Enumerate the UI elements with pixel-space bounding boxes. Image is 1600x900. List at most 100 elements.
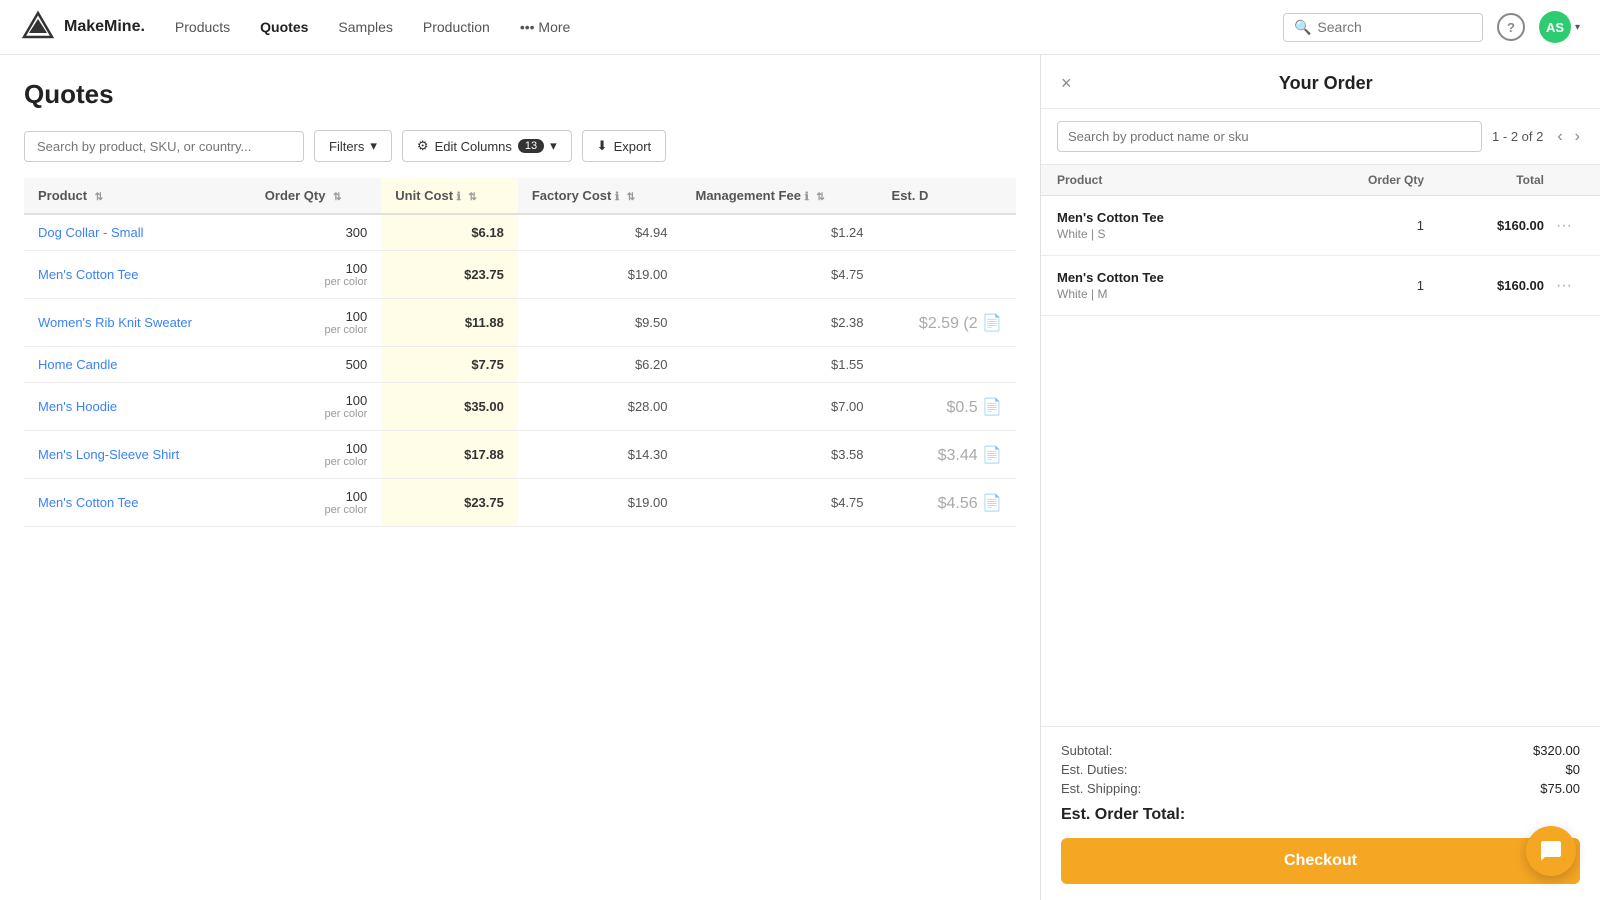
qty-cell: 100per color xyxy=(251,479,381,527)
unit-cost-cell: $7.75 xyxy=(381,347,518,383)
gear-icon xyxy=(417,138,429,154)
edit-columns-chevron-icon: ▾ xyxy=(550,138,557,154)
est-total-row: Est. Order Total: xyxy=(1061,806,1580,824)
nav-more[interactable]: ••• More xyxy=(520,19,571,35)
product-link[interactable]: Men's Hoodie xyxy=(38,399,117,414)
order-item-info: Men's Cotton TeeWhite | M xyxy=(1057,270,1304,301)
quotes-search-input[interactable] xyxy=(24,131,304,162)
factory-cost-cell: $6.20 xyxy=(518,347,682,383)
order-search-input[interactable] xyxy=(1057,121,1482,152)
qty-cell: 100per color xyxy=(251,251,381,299)
est-d-cell: $0.5 📄 xyxy=(878,383,1016,431)
table-row: Women's Rib Knit Sweater100per color$11.… xyxy=(24,299,1016,347)
document-icon[interactable]: $2.59 (2 📄 xyxy=(919,315,1002,332)
page-title: Quotes xyxy=(24,79,1016,110)
chat-bubble[interactable] xyxy=(1526,826,1576,876)
col-header-order-qty[interactable]: Order Qty ⇅ xyxy=(251,178,381,214)
avatar-chevron: ▾ xyxy=(1575,22,1580,33)
shipping-row: Est. Shipping: $75.00 xyxy=(1061,781,1580,796)
unit-cost-cell: $23.75 xyxy=(381,479,518,527)
col-header-mgmt-fee[interactable]: Management Fee ℹ ⇅ xyxy=(681,178,877,214)
order-item-info: Men's Cotton TeeWhite | S xyxy=(1057,210,1304,241)
order-title: Your Order xyxy=(1072,73,1580,94)
document-icon[interactable]: $3.44 📄 xyxy=(938,447,1002,464)
user-avatar-wrapper[interactable]: AS ▾ xyxy=(1539,11,1580,43)
factory-cost-cell: $9.50 xyxy=(518,299,682,347)
order-items-list: Men's Cotton TeeWhite | S1$160.00···Men'… xyxy=(1041,196,1600,726)
close-panel-button[interactable]: × xyxy=(1061,73,1072,94)
table-row: Dog Collar - Small 300$6.18$4.94$1.24 xyxy=(24,214,1016,251)
order-item-qty: 1 xyxy=(1304,278,1424,293)
order-item-menu-button[interactable]: ··· xyxy=(1544,277,1584,295)
col-header-product[interactable]: Product ⇅ xyxy=(24,178,251,214)
nav-products[interactable]: Products xyxy=(175,19,230,35)
product-link[interactable]: Dog Collar - Small xyxy=(38,225,143,240)
pagination-arrows: ‹ › xyxy=(1553,126,1584,148)
nav-right: 🔍 ? AS ▾ xyxy=(1283,11,1580,43)
filters-label: Filters xyxy=(329,139,364,154)
factory-cost-cell: $14.30 xyxy=(518,431,682,479)
logo[interactable]: MakeMine. xyxy=(20,9,145,45)
product-link[interactable]: Men's Long-Sleeve Shirt xyxy=(38,447,179,462)
table-row: Home Candle500$7.75$6.20$1.55 xyxy=(24,347,1016,383)
product-cell: Men's Cotton Tee xyxy=(24,251,251,299)
global-search-box[interactable]: 🔍 xyxy=(1283,13,1483,42)
product-link[interactable]: Men's Cotton Tee xyxy=(38,495,139,510)
logo-text: MakeMine. xyxy=(64,18,145,36)
est-d-cell xyxy=(878,347,1016,383)
shipping-label: Est. Shipping: xyxy=(1061,781,1141,796)
col-header-est-d: Est. D xyxy=(878,178,1016,214)
nav-samples[interactable]: Samples xyxy=(338,19,392,35)
unit-cost-cell: $17.88 xyxy=(381,431,518,479)
nav-quotes[interactable]: Quotes xyxy=(260,19,308,35)
order-item-menu-button[interactable]: ··· xyxy=(1544,217,1584,235)
order-item-row: Men's Cotton TeeWhite | S1$160.00··· xyxy=(1041,196,1600,256)
table-row: Men's Hoodie100per color$35.00$28.00$7.0… xyxy=(24,383,1016,431)
subtotal-row: Subtotal: $320.00 xyxy=(1061,743,1580,758)
product-link[interactable]: Home Candle xyxy=(38,357,118,372)
document-icon[interactable]: $0.5 📄 xyxy=(946,399,1002,416)
export-button[interactable]: Export xyxy=(582,130,666,162)
quotes-table-container: Product ⇅ Order Qty ⇅ Unit Cost ℹ ⇅ Fact… xyxy=(24,178,1016,900)
factory-cost-cell: $28.00 xyxy=(518,383,682,431)
unit-cost-cell: $35.00 xyxy=(381,383,518,431)
col-header-unit-cost[interactable]: Unit Cost ℹ ⇅ xyxy=(381,178,518,214)
subtotal-value: $320.00 xyxy=(1533,743,1580,758)
download-icon xyxy=(597,138,608,154)
qty-cell: 300 xyxy=(251,214,381,251)
product-link[interactable]: Men's Cotton Tee xyxy=(38,267,139,282)
factory-cost-cell: $19.00 xyxy=(518,251,682,299)
filters-button[interactable]: Filters ▾ xyxy=(314,130,392,162)
order-col-product: Product xyxy=(1057,173,1304,187)
qty-cell: 100per color xyxy=(251,383,381,431)
product-link[interactable]: Women's Rib Knit Sweater xyxy=(38,315,192,330)
est-d-cell: $2.59 (2 📄 xyxy=(878,299,1016,347)
next-page-button[interactable]: › xyxy=(1571,126,1584,148)
qty-cell: 100per color xyxy=(251,299,381,347)
est-d-cell: $3.44 📄 xyxy=(878,431,1016,479)
document-icon[interactable]: $4.56 📄 xyxy=(938,495,1002,512)
help-button[interactable]: ? xyxy=(1497,13,1525,41)
edit-columns-label: Edit Columns xyxy=(435,139,512,154)
avatar[interactable]: AS xyxy=(1539,11,1571,43)
edit-columns-button[interactable]: Edit Columns 13 ▾ xyxy=(402,130,572,162)
prev-page-button[interactable]: ‹ xyxy=(1553,126,1566,148)
order-item-total: $160.00 xyxy=(1424,278,1544,293)
product-cell: Home Candle xyxy=(24,347,251,383)
order-col-qty: Order Qty xyxy=(1304,173,1424,187)
search-icon: 🔍 xyxy=(1294,19,1311,36)
factory-cost-cell: $4.94 xyxy=(518,214,682,251)
mgmt-fee-cell: $1.24 xyxy=(681,214,877,251)
export-label: Export xyxy=(614,139,652,154)
duties-row: Est. Duties: $0 xyxy=(1061,762,1580,777)
checkout-button[interactable]: Checkout xyxy=(1061,838,1580,884)
navbar: MakeMine. Products Quotes Samples Produc… xyxy=(0,0,1600,55)
product-cell: Men's Hoodie xyxy=(24,383,251,431)
global-search-input[interactable] xyxy=(1317,19,1472,35)
col-header-factory-cost[interactable]: Factory Cost ℹ ⇅ xyxy=(518,178,682,214)
mgmt-fee-cell: $4.75 xyxy=(681,479,877,527)
nav-production[interactable]: Production xyxy=(423,19,490,35)
table-row: Men's Cotton Tee100per color$23.75$19.00… xyxy=(24,479,1016,527)
unit-cost-cell: $6.18 xyxy=(381,214,518,251)
est-d-cell xyxy=(878,214,1016,251)
